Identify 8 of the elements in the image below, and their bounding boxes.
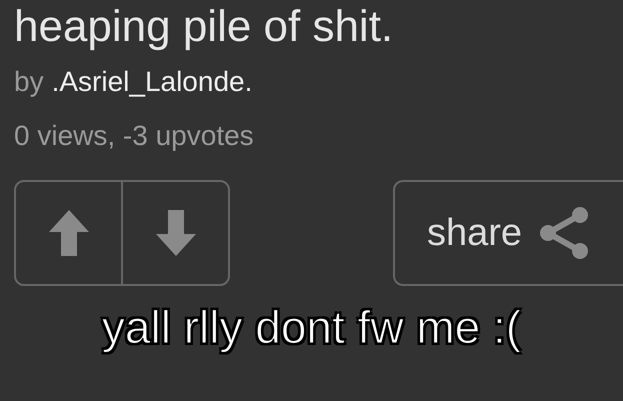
post-stats: 0 views, -3 upvotes (14, 120, 255, 152)
down-arrow-icon (154, 208, 198, 258)
up-arrow-icon (46, 208, 90, 258)
by-label: by (14, 66, 44, 98)
author-link[interactable]: .Asriel_Lalonde. (52, 66, 252, 98)
share-button[interactable]: share (393, 180, 623, 286)
post-title: heaping pile of shit. (14, 2, 394, 52)
caption: yall rlly dont fw me :( (102, 300, 522, 354)
